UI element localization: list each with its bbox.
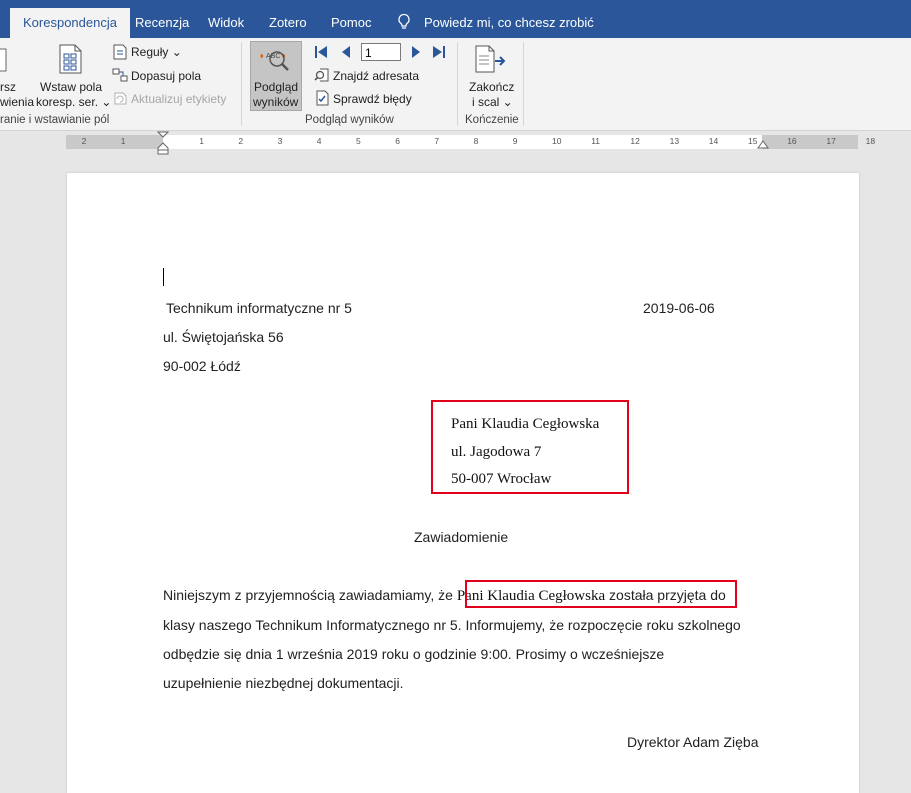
ruler-number: 9 <box>512 136 518 146</box>
letter-date: 2019-06-06 <box>643 300 715 316</box>
text-cursor <box>163 268 164 286</box>
ruler-number: 13 <box>669 136 680 146</box>
ruler-number: 4 <box>316 136 322 146</box>
previous-record-icon[interactable] <box>340 45 352 59</box>
ruler-number: 16 <box>787 136 797 146</box>
tab-korespondencja[interactable]: Korespondencja <box>10 8 130 38</box>
preview-abc-icon: ABC <box>260 51 289 71</box>
ribbon-separator <box>457 42 458 126</box>
rules-icon <box>113 44 127 60</box>
group-label-write-insert: ranie i wstawianie pól <box>0 114 110 126</box>
right-indent-marker-icon[interactable] <box>757 140 769 150</box>
ruler-left-margin <box>66 135 163 149</box>
find-recipient-button[interactable]: Znajdź adresata <box>333 69 419 83</box>
ribbon: rsz wienia Wstaw pola koresp. ser. ⌄ Reg… <box>0 38 911 131</box>
indent-marker-icon[interactable] <box>157 131 169 155</box>
finish-merge-icon <box>475 45 506 73</box>
insert-merge-field-dropdown[interactable]: koresp. ser. ⌄ <box>36 95 111 109</box>
ruler-number: 17 <box>826 136 836 146</box>
sender-street: ul. Świętojańska 56 <box>163 329 284 345</box>
tell-me-search[interactable]: Powiedz mi, co chcesz zrobić <box>424 0 594 38</box>
recipient-name: Pani Klaudia Cegłowska <box>451 416 600 432</box>
horizontal-ruler[interactable]: 2 1 1 2 3 4 5 6 7 8 9 10 11 12 13 14 15 16 17 18 <box>0 131 911 155</box>
recipient-street: ul. Jagodowa 7 <box>451 444 542 460</box>
insert-merge-field-button[interactable]: Wstaw pola <box>40 80 102 94</box>
match-fields-button[interactable]: Dopasuj pola <box>131 69 201 83</box>
tab-pomoc[interactable]: Pomoc <box>331 0 371 38</box>
svg-text:ABC: ABC <box>266 53 280 60</box>
ribbon-separator <box>241 42 242 126</box>
tab-recenzja[interactable]: Recenzja <box>135 0 189 38</box>
ruler-number: 10 <box>552 136 562 146</box>
check-errors-button[interactable]: Sprawdź błędy <box>333 92 412 106</box>
last-record-icon[interactable] <box>432 45 446 59</box>
ruler-number: 2 <box>81 136 87 146</box>
letter-subject: Zawiadomienie <box>414 529 509 545</box>
finish-merge-dropdown[interactable]: i scal ⌄ <box>472 95 513 109</box>
ruler-number: 1 <box>120 136 126 146</box>
ruler-number: 6 <box>395 136 400 146</box>
document-icon <box>0 48 7 72</box>
ribbon-partial-label-2[interactable]: wienia <box>0 95 34 109</box>
insert-merge-field-icon <box>59 44 82 74</box>
rules-button[interactable]: Reguły ⌄ <box>131 45 182 59</box>
update-labels-button[interactable]: Aktualizuj etykiety <box>131 92 226 106</box>
sender-city: 90-002 Łódź <box>163 358 241 374</box>
ruler-number: 3 <box>277 136 283 146</box>
tab-widok[interactable]: Widok <box>208 0 244 38</box>
recipient-city: 50-007 Wrocław <box>451 471 552 487</box>
tab-zotero[interactable]: Zotero <box>269 0 307 38</box>
ruler-number: 18 <box>865 136 876 146</box>
body-line-4: uzupełnienie niezbędnej dokumentacji. <box>163 675 404 691</box>
ribbon-separator <box>523 42 524 126</box>
match-fields-icon <box>112 68 128 82</box>
update-labels-icon <box>114 92 127 105</box>
next-record-icon[interactable] <box>410 45 422 59</box>
finish-merge-button[interactable]: Zakończ <box>469 80 514 94</box>
signature: Dyrektor Adam Zięba <box>627 734 759 750</box>
record-number-input[interactable]: 1 <box>361 43 401 61</box>
ribbon-tab-bar: Korespondencja Recenzja Widok Zotero Pom… <box>0 0 911 38</box>
ruler-number: 14 <box>708 136 719 146</box>
check-errors-icon <box>316 90 329 106</box>
body-text-start: Niniejszym z przyjemnością zawiadamiamy,… <box>163 587 457 603</box>
merge-highlight-box <box>465 580 737 608</box>
ruler-number: 12 <box>630 136 640 146</box>
find-recipient-icon <box>314 68 329 82</box>
first-record-icon[interactable] <box>314 45 328 59</box>
ruler-number: 2 <box>238 136 244 146</box>
preview-results-label-2: wyników <box>253 95 299 109</box>
sender-name: Technikum informatyczne nr 5 <box>166 300 352 316</box>
group-label-preview: Podgląd wyników <box>305 114 394 126</box>
lightbulb-icon[interactable] <box>396 13 412 31</box>
ruler-number: 5 <box>356 136 361 146</box>
body-line-3: odbędzie się dnia 1 września 2019 roku o… <box>163 646 665 662</box>
ruler-number: 7 <box>434 136 440 146</box>
ruler-bar <box>66 135 858 149</box>
group-label-finish: Kończenie <box>465 114 519 126</box>
ruler-number: 8 <box>473 136 479 146</box>
ruler-right-margin <box>762 135 858 149</box>
body-line-2: klasy naszego Technikum Informatycznego … <box>163 617 741 633</box>
ruler-number: 11 <box>591 136 601 146</box>
ribbon-partial-label-1[interactable]: rsz <box>0 80 16 94</box>
preview-results-label-1: Podgląd <box>254 80 299 94</box>
ruler-number: 1 <box>199 136 204 146</box>
